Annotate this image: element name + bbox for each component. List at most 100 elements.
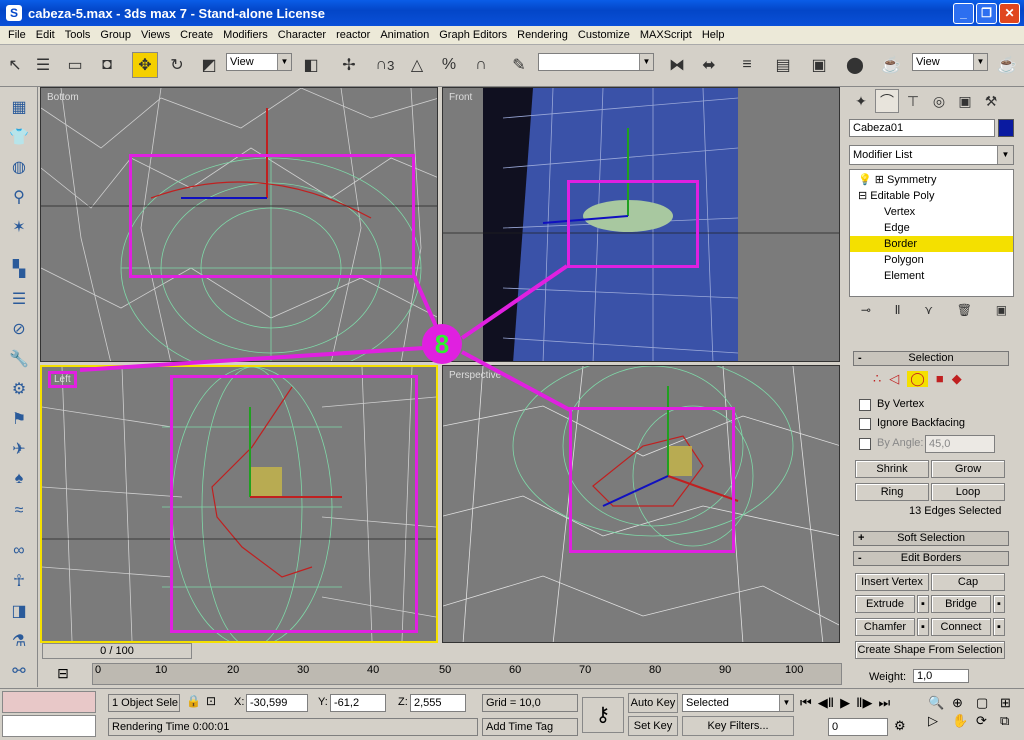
tick-50: 50 bbox=[439, 664, 452, 676]
extrude-settings-button[interactable]: ▪ bbox=[917, 595, 929, 613]
zoom-extents-all-icon[interactable]: ⊞ bbox=[1000, 695, 1022, 711]
current-frame-field[interactable]: 0 bbox=[828, 718, 888, 736]
pan-icon[interactable]: ✋ bbox=[952, 713, 974, 729]
create-tab-icon[interactable]: ✦ bbox=[849, 89, 873, 113]
go-to-start-icon[interactable]: ⏮ bbox=[800, 695, 812, 711]
tick-70: 70 bbox=[579, 664, 592, 676]
auto-key-button[interactable]: Auto Key bbox=[628, 693, 678, 713]
add-time-tag-button[interactable]: Add Time Tag bbox=[482, 718, 578, 736]
material-editor-icon[interactable]: ⬤ bbox=[842, 52, 868, 78]
stack-item-edge[interactable]: Edge bbox=[884, 220, 1004, 236]
y-label: Y: bbox=[318, 696, 328, 708]
utilities-tab-icon[interactable]: ⚒ bbox=[979, 89, 1003, 113]
time-slider[interactable]: 0 / 100 bbox=[42, 643, 192, 659]
maxscript-mini-listener[interactable] bbox=[2, 715, 96, 737]
chamfer-button[interactable]: Chamfer bbox=[855, 618, 915, 636]
go-to-end-icon[interactable]: ⏭ bbox=[879, 695, 891, 711]
field-of-view-icon[interactable]: ▷ bbox=[928, 713, 950, 729]
bridge-settings-button[interactable]: ▪ bbox=[993, 595, 1005, 613]
tick-20: 20 bbox=[227, 664, 240, 676]
element-mode-icon[interactable]: ◆ bbox=[952, 371, 962, 387]
stack-item-border[interactable]: Border bbox=[850, 236, 1013, 252]
insert-vertex-button[interactable]: Insert Vertex bbox=[855, 573, 929, 591]
next-frame-icon[interactable]: Ⅱ▶ bbox=[856, 695, 872, 711]
key-mode-dropdown[interactable]: Selected ▼ bbox=[682, 694, 794, 712]
chamfer-settings-button[interactable]: ▪ bbox=[917, 618, 929, 636]
z-coordinate-field[interactable]: 2,555 bbox=[410, 694, 466, 712]
maximize-viewport-icon[interactable]: ⧉ bbox=[1000, 713, 1022, 729]
tick-60: 60 bbox=[509, 664, 522, 676]
zoom-extents-icon[interactable]: ▢ bbox=[976, 695, 998, 711]
maxscript-listener[interactable] bbox=[2, 691, 96, 713]
border-mode-icon[interactable]: ◯ bbox=[907, 371, 928, 387]
edit-borders-rollout-header[interactable]: - Edit Borders bbox=[853, 551, 1009, 566]
object-name-field[interactable]: Cabeza01 bbox=[849, 119, 995, 137]
stack-item-element[interactable]: Element bbox=[884, 268, 1004, 284]
modifier-list-dropdown[interactable]: Modifier List ▼ bbox=[849, 145, 1014, 165]
selection-rollout-header[interactable]: - Selection bbox=[853, 351, 1009, 366]
quick-render-icon[interactable]: ☕ bbox=[994, 52, 1020, 78]
modify-tab-icon[interactable]: ⌒ bbox=[875, 89, 899, 113]
stack-item-editable-poly[interactable]: ⊟ Editable Poly bbox=[858, 188, 1008, 204]
stack-buttons: ⊸ Ⅱ ⋎ 🗑 ▣ bbox=[849, 303, 1019, 323]
minimize-button[interactable]: _ bbox=[953, 3, 974, 24]
by-angle-checkbox[interactable] bbox=[859, 438, 871, 450]
bridge-button[interactable]: Bridge bbox=[931, 595, 991, 613]
connect-settings-button[interactable]: ▪ bbox=[993, 618, 1005, 636]
by-vertex-checkbox[interactable] bbox=[859, 399, 871, 411]
polygon-mode-icon[interactable]: ■ bbox=[936, 371, 944, 387]
set-key-icon[interactable]: ⚷ bbox=[582, 697, 624, 733]
remove-modifier-icon[interactable]: 🗑 bbox=[957, 303, 972, 323]
shrink-button[interactable]: Shrink bbox=[855, 460, 929, 478]
lock-selection-icon[interactable]: 🔒 bbox=[186, 694, 201, 708]
zoom-all-icon[interactable]: ⊕ bbox=[952, 695, 974, 711]
stack-item-polygon[interactable]: Polygon bbox=[884, 252, 1004, 268]
extrude-button[interactable]: Extrude bbox=[855, 595, 915, 613]
previous-frame-icon[interactable]: ◀Ⅱ bbox=[818, 695, 834, 711]
stack-item-vertex[interactable]: Vertex bbox=[884, 204, 1004, 220]
play-icon[interactable]: ▶ bbox=[840, 695, 850, 711]
track-bar-icon[interactable]: ⊟ bbox=[38, 665, 88, 685]
ring-button[interactable]: Ring bbox=[855, 483, 929, 501]
command-panel: ✦ ⌒ ⊤ ◎ ▣ ⚒ Cabeza01 Modifier List ▼ 💡 ⊞ … bbox=[845, 87, 1024, 687]
maximize-button[interactable]: ❐ bbox=[976, 3, 997, 24]
cap-button[interactable]: Cap bbox=[931, 573, 1005, 591]
edge-mode-icon[interactable]: ◁ bbox=[889, 371, 899, 387]
close-button[interactable]: ✕ bbox=[999, 3, 1020, 24]
soft-selection-rollout-header[interactable]: + Soft Selection bbox=[853, 531, 1009, 546]
connect-button[interactable]: Connect bbox=[931, 618, 991, 636]
render-scene-icon[interactable]: ☕ bbox=[878, 52, 904, 78]
zoom-icon[interactable]: 🔍 bbox=[928, 695, 950, 711]
time-config-icon[interactable]: ⚙ bbox=[894, 718, 906, 734]
y-coordinate-field[interactable]: -61,2 bbox=[330, 694, 386, 712]
playback-controls: ⏮ ◀Ⅱ ▶ Ⅱ▶ ⏭ bbox=[800, 695, 890, 711]
display-tab-icon[interactable]: ▣ bbox=[953, 89, 977, 113]
arc-rotate-icon[interactable]: ⟳ bbox=[976, 713, 998, 729]
angle-spinner[interactable]: 45,0 bbox=[925, 435, 995, 453]
tick-90: 90 bbox=[719, 664, 732, 676]
x-coordinate-field[interactable]: -30,599 bbox=[246, 694, 308, 712]
make-unique-icon[interactable]: ⋎ bbox=[924, 303, 933, 323]
key-filters-button[interactable]: Key Filters... bbox=[682, 716, 794, 736]
absolute-mode-icon[interactable]: ⊡ bbox=[206, 694, 216, 708]
motion-tab-icon[interactable]: ◎ bbox=[927, 89, 951, 113]
subobject-icons: ∴ ◁ ◯ ■ ◆ bbox=[873, 371, 962, 387]
show-end-result-icon[interactable]: Ⅱ bbox=[895, 303, 901, 323]
pin-stack-icon[interactable]: ⊸ bbox=[861, 303, 871, 323]
ignore-backfacing-checkbox[interactable] bbox=[859, 418, 871, 430]
selection-count: 1 Object Sele bbox=[108, 694, 180, 712]
grid-size: Grid = 10,0 bbox=[482, 694, 578, 712]
render-type-dropdown[interactable]: View ▼ bbox=[912, 53, 988, 71]
stack-item-symmetry[interactable]: 💡 ⊞ Symmetry bbox=[858, 172, 1008, 188]
hierarchy-tab-icon[interactable]: ⊤ bbox=[901, 89, 925, 113]
create-shape-button[interactable]: Create Shape From Selection bbox=[855, 641, 1005, 659]
object-color-swatch[interactable] bbox=[998, 119, 1014, 137]
set-key-button[interactable]: Set Key bbox=[628, 716, 678, 736]
loop-button[interactable]: Loop bbox=[931, 483, 1005, 501]
timeline-ruler[interactable]: 0 10 20 30 40 50 60 70 80 90 100 bbox=[92, 663, 842, 685]
vertex-mode-icon[interactable]: ∴ bbox=[873, 371, 881, 387]
grow-button[interactable]: Grow bbox=[931, 460, 1005, 478]
configure-sets-icon[interactable]: ▣ bbox=[996, 303, 1007, 323]
timeline: 0 / 100 ⊟ 0 10 20 30 40 50 60 70 80 90 1… bbox=[38, 643, 845, 688]
weight-spinner[interactable]: 1,0 bbox=[913, 669, 969, 683]
